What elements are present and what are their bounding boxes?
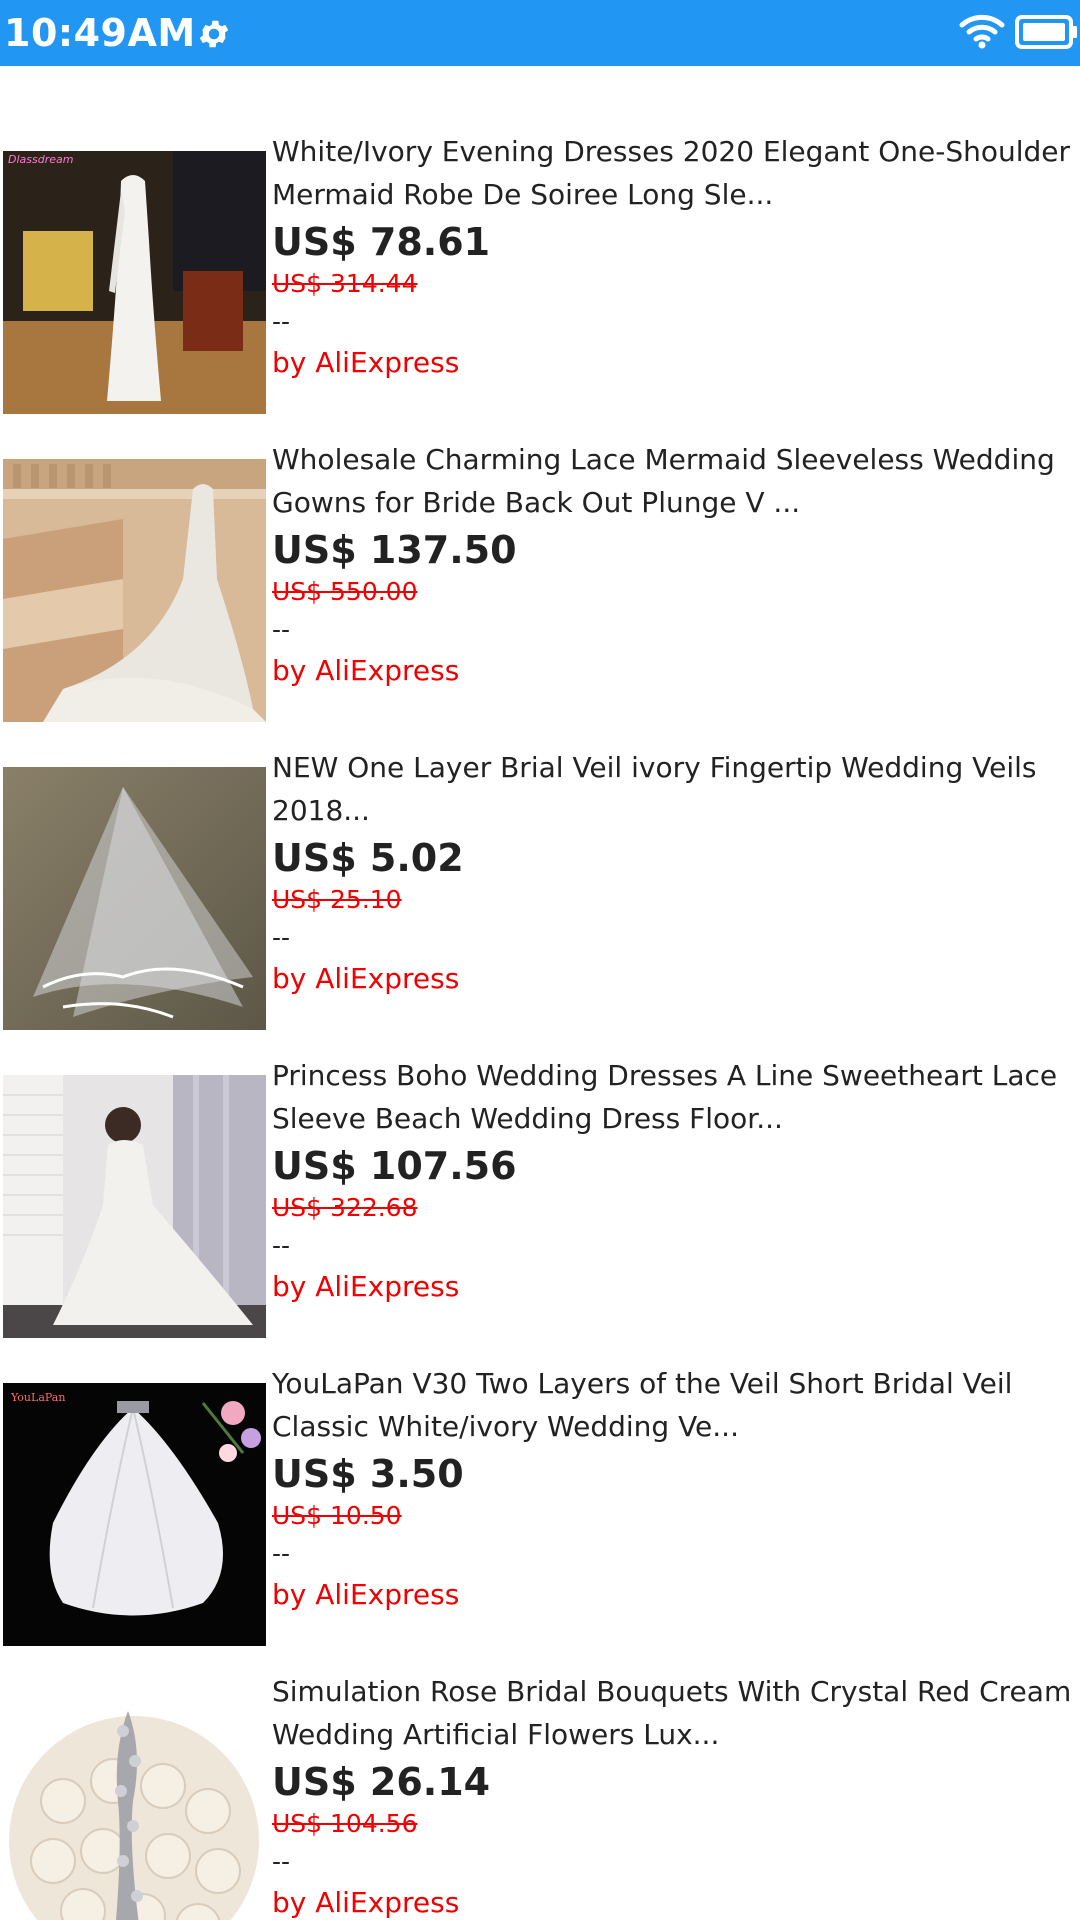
- product-seller[interactable]: by AliExpress: [272, 1882, 1072, 1920]
- product-title[interactable]: White/Ivory Evening Dresses 2020 Elegant…: [272, 130, 1072, 216]
- product-rating: --: [272, 1847, 291, 1876]
- product-title[interactable]: YouLaPan V30 Two Layers of the Veil Shor…: [272, 1362, 1072, 1448]
- gear-icon: [199, 20, 229, 48]
- product-price: US$ 5.02: [272, 836, 464, 880]
- product-price: US$ 3.50: [272, 1452, 464, 1496]
- product-original-price: US$ 322.68: [272, 1193, 418, 1222]
- product-title[interactable]: Princess Boho Wedding Dresses A Line Swe…: [272, 1054, 1072, 1140]
- product-original-price: US$ 104.56: [272, 1809, 418, 1838]
- product-rating: --: [272, 1539, 291, 1568]
- product-original-price: US$ 550.00: [272, 577, 418, 606]
- product-info: Wholesale Charming Lace Mermaid Sleevele…: [272, 438, 1072, 692]
- product-title[interactable]: Wholesale Charming Lace Mermaid Sleevele…: [272, 438, 1072, 524]
- product-rating: --: [272, 1231, 291, 1260]
- product-info: Princess Boho Wedding Dresses A Line Swe…: [272, 1054, 1072, 1308]
- product-info: White/Ivory Evening Dresses 2020 Elegant…: [272, 130, 1072, 384]
- status-time: 10:49AM: [4, 11, 196, 55]
- product-info: Simulation Rose Bridal Bouquets With Cry…: [272, 1670, 1072, 1920]
- product-price: US$ 137.50: [272, 528, 517, 572]
- product-info: YouLaPan V30 Two Layers of the Veil Shor…: [272, 1362, 1072, 1616]
- product-image[interactable]: [3, 1691, 266, 1920]
- image-watermark: Dlassdream: [8, 153, 73, 166]
- battery-icon: [1015, 15, 1077, 49]
- product-rating: --: [272, 923, 291, 952]
- product-price: US$ 107.56: [272, 1144, 517, 1188]
- product-title[interactable]: Simulation Rose Bridal Bouquets With Cry…: [272, 1670, 1072, 1756]
- product-title[interactable]: NEW One Layer Brial Veil ivory Fingertip…: [272, 746, 1072, 832]
- product-card[interactable]: Simulation Rose Bridal Bouquets With Cry…: [0, 1606, 1080, 1920]
- product-original-price: US$ 10.50: [272, 1501, 402, 1530]
- product-card[interactable]: Wholesale Charming Lace Mermaid Sleevele…: [0, 374, 1080, 722]
- product-card[interactable]: Princess Boho Wedding Dresses A Line Swe…: [0, 990, 1080, 1338]
- status-bar: 10:49AM: [0, 0, 1080, 66]
- product-price: US$ 78.61: [272, 220, 491, 264]
- product-card[interactable]: Dlassdream White/Ivory Evening Dresses 2…: [0, 66, 1080, 414]
- product-card[interactable]: YouLaPan YouLaPan V30 Two Layers of the …: [0, 1298, 1080, 1646]
- product-card[interactable]: NEW One Layer Brial Veil ivory Fingertip…: [0, 682, 1080, 1030]
- product-info: NEW One Layer Brial Veil ivory Fingertip…: [272, 746, 1072, 1000]
- wifi-icon: [959, 14, 1005, 49]
- image-watermark: YouLaPan: [10, 1391, 65, 1404]
- product-rating: --: [272, 307, 291, 336]
- product-list: Dlassdream White/Ivory Evening Dresses 2…: [0, 66, 1080, 1920]
- product-original-price: US$ 25.10: [272, 885, 402, 914]
- product-original-price: US$ 314.44: [272, 269, 418, 298]
- product-price: US$ 26.14: [272, 1760, 491, 1804]
- product-rating: --: [272, 615, 291, 644]
